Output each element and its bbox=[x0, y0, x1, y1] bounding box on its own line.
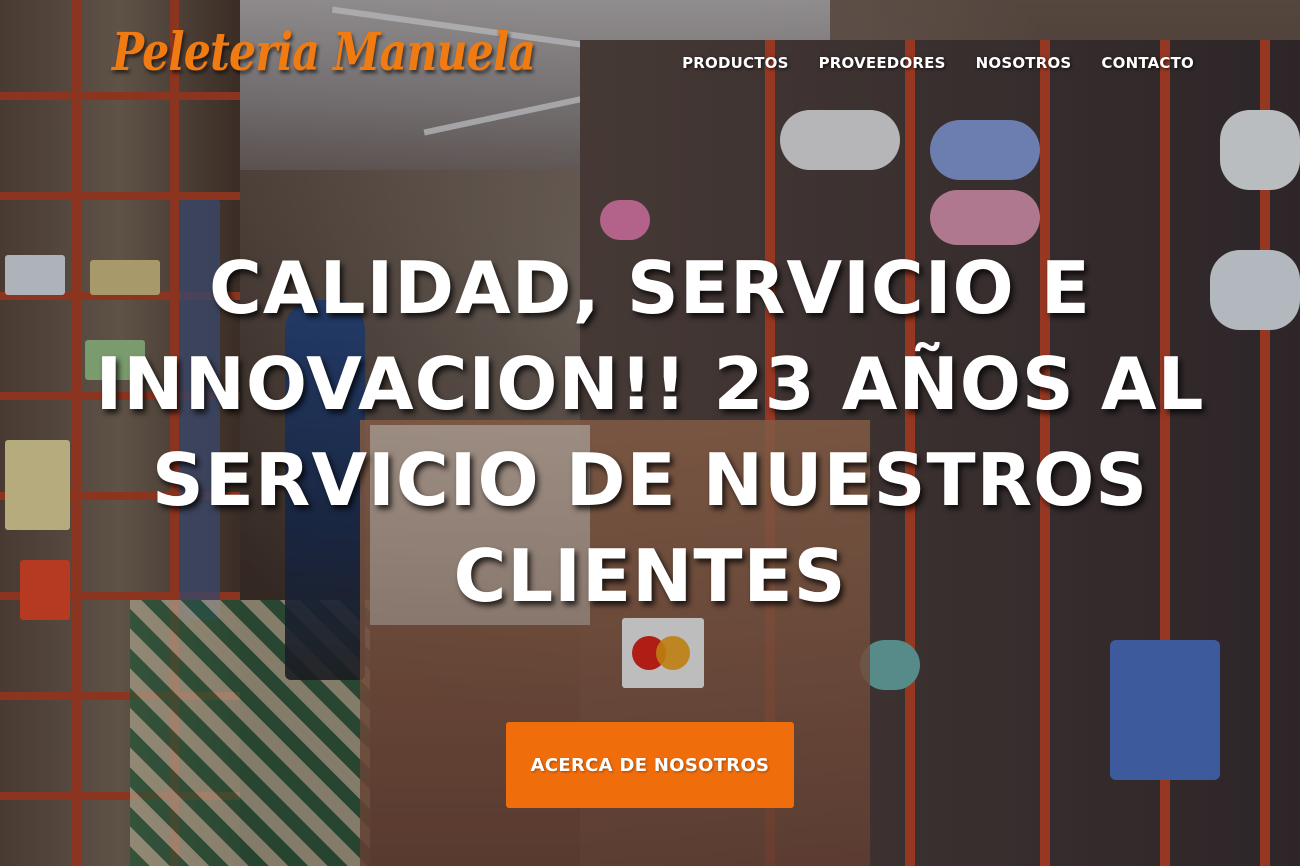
nav-link-nosotros[interactable]: NOSOTROS bbox=[976, 54, 1072, 72]
main-nav: PRODUCTOS PROVEEDORES NOSOTROS CONTACTO bbox=[682, 54, 1194, 72]
nav-link-contacto[interactable]: CONTACTO bbox=[1101, 54, 1194, 72]
nav-link-productos[interactable]: PRODUCTOS bbox=[682, 54, 789, 72]
nav-link-proveedores[interactable]: PROVEEDORES bbox=[819, 54, 946, 72]
about-us-button[interactable]: ACERCA DE NOSOTROS bbox=[506, 722, 794, 808]
site-logo[interactable]: Peleteria Manuela bbox=[112, 22, 536, 83]
hero-headline: CALIDAD, SERVICIO E INNOVACION!! 23 AÑOS… bbox=[95, 246, 1205, 618]
